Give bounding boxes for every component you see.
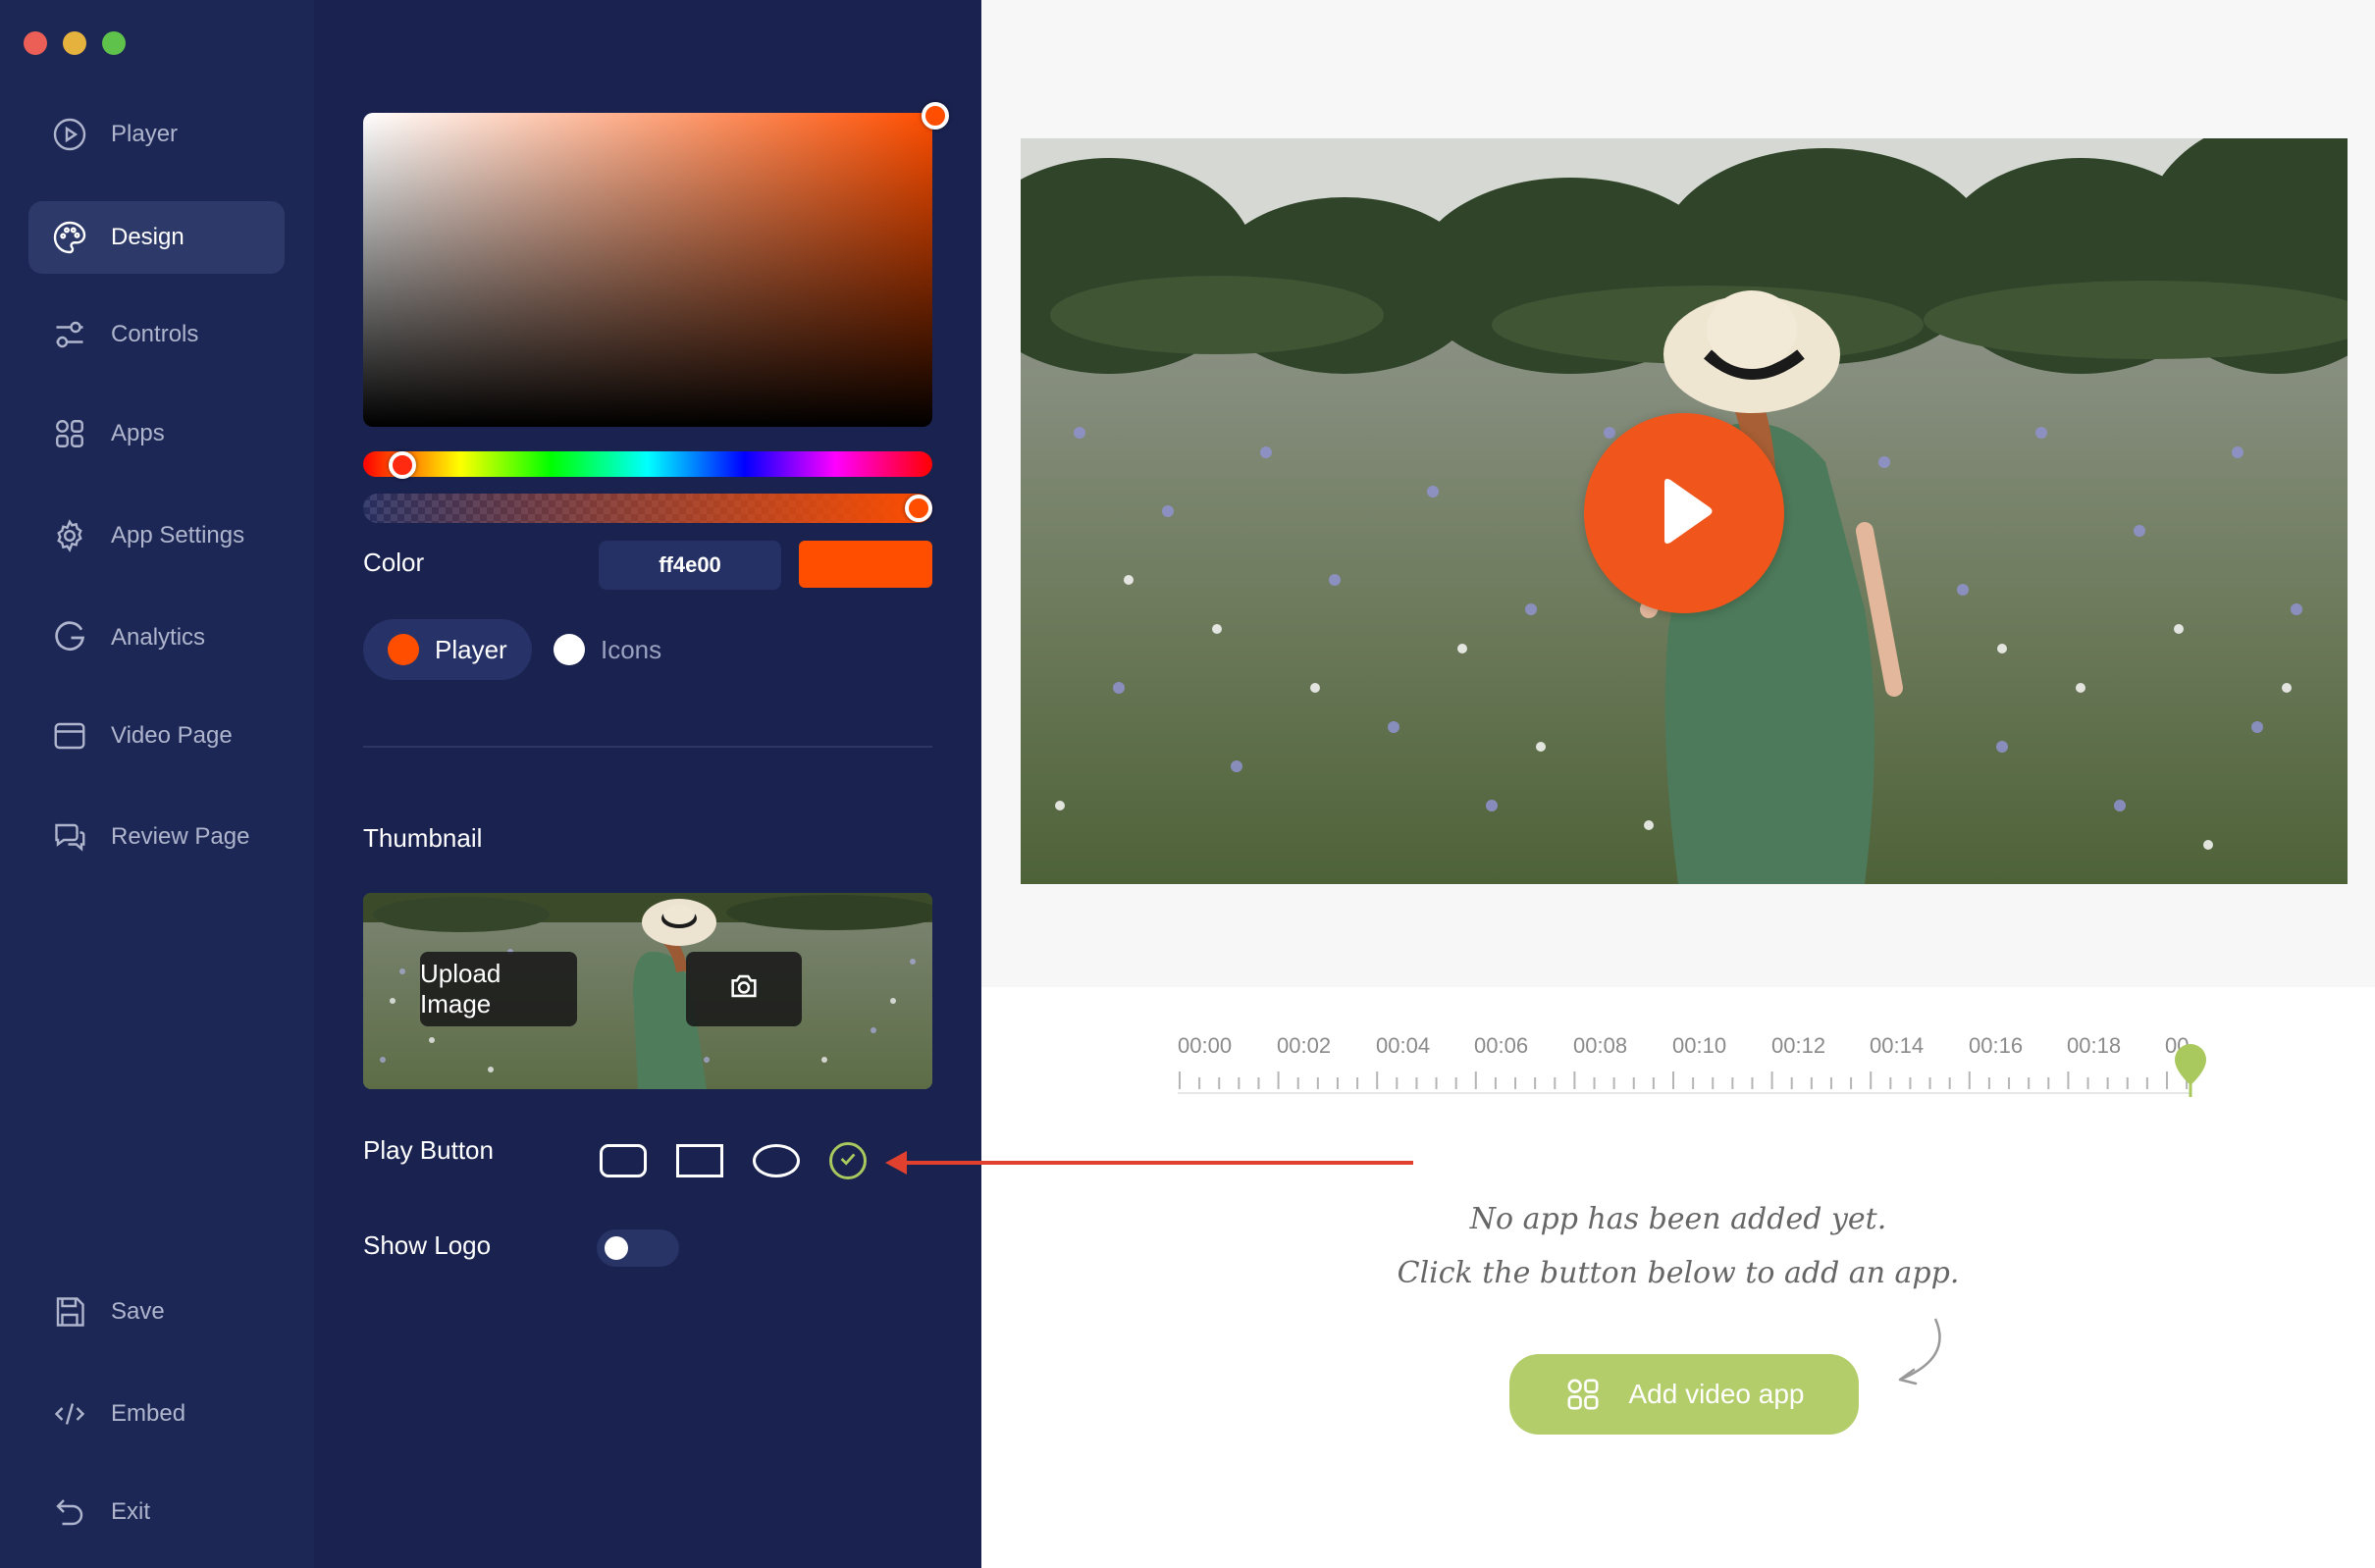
sidebar: Player Design Controls Apps App Settings…: [0, 0, 314, 1568]
timeline-playhead[interactable]: [2173, 1042, 2208, 1097]
section-divider: [363, 746, 932, 748]
sidebar-item-label: Video Page: [111, 722, 233, 749]
sidebar-item-controls[interactable]: Controls: [28, 298, 285, 371]
thumbnail-preview: Upload Image: [363, 893, 932, 1089]
timeline-ruler[interactable]: [1178, 1068, 2190, 1097]
play-shape-rounded-rectangle[interactable]: [600, 1144, 647, 1177]
undo-arrow-icon: [50, 1492, 89, 1532]
sliders-icon: [50, 315, 89, 354]
window-zoom-button[interactable]: [102, 31, 126, 55]
sidebar-item-video-page[interactable]: Video Page: [28, 700, 285, 772]
play-shape-ellipse[interactable]: [753, 1144, 800, 1177]
play-circle-icon: [50, 115, 89, 154]
video-play-button[interactable]: [1584, 413, 1784, 613]
floppy-disk-icon: [50, 1292, 89, 1332]
upload-image-button[interactable]: Upload Image: [420, 952, 577, 1026]
add-video-app-button[interactable]: Add video app: [1509, 1354, 1859, 1435]
sidebar-item-player[interactable]: Player: [28, 98, 285, 171]
color-label: Color: [363, 548, 425, 577]
sidebar-item-label: Apps: [111, 420, 165, 446]
gear-icon: [50, 516, 89, 555]
design-panel: Color ff4e00 Player Icons Thumbnail Uplo…: [314, 0, 981, 1568]
color-target-label: Player: [435, 634, 507, 664]
apps-grid-icon: [50, 414, 89, 453]
timeline-label: 00:18: [2067, 1033, 2122, 1058]
color-swatch: [799, 541, 932, 588]
show-logo-label: Show Logo: [363, 1230, 492, 1260]
sidebar-item-app-settings[interactable]: App Settings: [28, 499, 285, 572]
show-logo-toggle[interactable]: [597, 1229, 679, 1267]
window-close-button[interactable]: [24, 31, 47, 55]
color-target-label: Icons: [601, 634, 662, 664]
saturation-handle[interactable]: [922, 102, 949, 130]
sidebar-item-label: Exit: [111, 1498, 151, 1525]
palette-icon: [50, 218, 89, 257]
player-color-dot: [388, 634, 419, 665]
sidebar-item-label: Controls: [111, 321, 199, 347]
camera-icon: [727, 969, 761, 1010]
sidebar-item-exit[interactable]: Exit: [28, 1476, 285, 1548]
sidebar-item-design[interactable]: Design: [28, 201, 285, 274]
code-icon: [50, 1394, 89, 1434]
sidebar-item-label: Player: [111, 121, 179, 147]
sidebar-item-apps[interactable]: Apps: [28, 397, 285, 470]
checkmark-icon: [837, 1148, 859, 1175]
empty-apps-line-1: No app has been added yet.: [1469, 1202, 1887, 1236]
timeline-label: 00:02: [1277, 1033, 1332, 1058]
analytics-g-icon: [50, 618, 89, 657]
sidebar-item-save[interactable]: Save: [28, 1276, 285, 1348]
chat-bubbles-icon: [50, 817, 89, 857]
color-target-player[interactable]: Player: [363, 619, 532, 680]
hue-handle[interactable]: [389, 451, 416, 479]
timeline-label: 00:14: [1870, 1033, 1925, 1058]
play-button-label: Play Button: [363, 1135, 494, 1165]
sidebar-item-label: Embed: [111, 1400, 186, 1427]
play-triangle-icon: [1655, 477, 1714, 550]
timeline-label: 00:16: [1969, 1033, 2024, 1058]
play-shape-circle-selected[interactable]: [829, 1142, 867, 1179]
sidebar-item-review-page[interactable]: Review Page: [28, 801, 285, 873]
opacity-slider[interactable]: [363, 494, 932, 523]
timeline-label: 00:08: [1573, 1033, 1628, 1058]
window-minimize-button[interactable]: [63, 31, 86, 55]
play-shape-rectangle[interactable]: [676, 1144, 723, 1177]
apps-grid-icon: [1563, 1375, 1603, 1414]
sidebar-item-label: Design: [111, 224, 185, 250]
sidebar-item-label: Analytics: [111, 624, 206, 651]
timeline-label: 00:04: [1376, 1033, 1431, 1058]
icons-color-dot: [554, 634, 585, 665]
add-video-app-label: Add video app: [1628, 1379, 1805, 1409]
timeline-label: 00:06: [1474, 1033, 1529, 1058]
sidebar-item-embed[interactable]: Embed: [28, 1378, 285, 1450]
empty-apps-line-2: Click the button below to add an app.: [1397, 1256, 1960, 1290]
hex-input[interactable]: ff4e00: [599, 541, 781, 590]
saturation-value-picker[interactable]: [363, 113, 932, 427]
camera-button[interactable]: [686, 952, 802, 1026]
timeline-label: 00:00: [1178, 1033, 1233, 1058]
browser-window-icon: [50, 716, 89, 756]
timeline-label: 00:12: [1771, 1033, 1826, 1058]
color-target-icons[interactable]: Icons: [532, 619, 689, 680]
thumbnail-label: Thumbnail: [363, 823, 483, 853]
sidebar-item-label: Save: [111, 1298, 165, 1325]
opacity-handle[interactable]: [905, 495, 932, 522]
sidebar-item-analytics[interactable]: Analytics: [28, 601, 285, 674]
timeline-label: 00:10: [1672, 1033, 1727, 1058]
sidebar-item-label: Review Page: [111, 823, 250, 850]
curved-arrow-icon: [1898, 1318, 1941, 1385]
toggle-knob: [605, 1236, 628, 1260]
sidebar-item-label: App Settings: [111, 522, 245, 549]
annotation-arrow: [885, 1151, 1413, 1175]
hue-slider[interactable]: [363, 451, 932, 477]
